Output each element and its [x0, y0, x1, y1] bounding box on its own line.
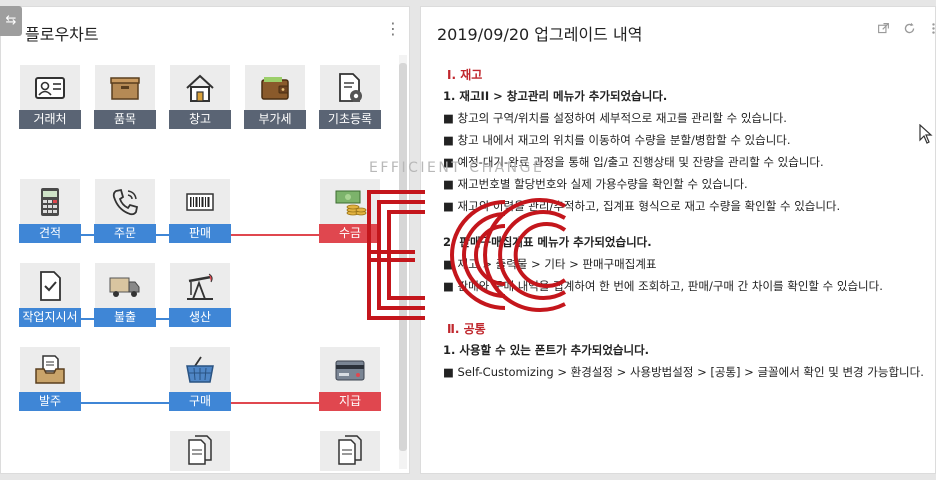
inbox-document-icon: [20, 347, 80, 392]
upgrade-notes-title: 2019/09/20 업그레이드 내역: [437, 25, 643, 44]
flowchart-item-purchase[interactable]: 구매: [169, 347, 231, 411]
flowchart-label: 견적: [19, 224, 81, 243]
calculator-icon: [20, 179, 80, 224]
flowchart-item-shipment[interactable]: 불출: [94, 263, 156, 327]
credit-card-icon: [320, 347, 380, 392]
flowchart-item-documents-b[interactable]: [319, 431, 381, 471]
flowchart-item-documents-a[interactable]: [169, 431, 231, 471]
upgrade-notes-panel: 2019/09/20 업그레이드 내역 Ⅰ. 재고 1. 재고II > 창고관리…: [420, 6, 936, 474]
flowchart-label: 생산: [169, 308, 231, 327]
oil-pump-icon: [170, 263, 230, 308]
panel-toggle-button[interactable]: ⇆: [0, 6, 22, 36]
truck-icon: [95, 263, 155, 308]
house-icon: [170, 65, 230, 110]
flowchart-label: 작업지시서: [19, 308, 81, 327]
section-heading: Ⅱ. 공통: [447, 322, 486, 336]
flow-line-purchase-payment: [231, 402, 323, 404]
flowchart-item-sales[interactable]: 판매: [169, 179, 231, 243]
note-bullet: ■ Self-Customizing > 환경설정 > 사용방법설정 > [공통…: [443, 365, 924, 379]
section-subheading: 1. 재고II > 창고관리 메뉴가 추가되었습니다.: [443, 89, 668, 103]
flowchart-item-estimate[interactable]: 견적: [19, 179, 81, 243]
flowchart-label: 주문: [94, 224, 156, 243]
mouse-cursor-icon: [919, 123, 933, 144]
upgrade-notes-header: 2019/09/20 업그레이드 내역: [421, 7, 935, 53]
flowchart-scrollbar[interactable]: [399, 55, 407, 469]
upgrade-notes-content: Ⅰ. 재고 1. 재고II > 창고관리 메뉴가 추가되었습니다. ■ 창고의 …: [439, 65, 934, 383]
flowchart-item-payment[interactable]: 지급: [319, 347, 381, 411]
external-link-icon[interactable]: [875, 22, 891, 38]
section-subheading: 1. 사용할 수 있는 폰트가 추가되었습니다.: [443, 343, 650, 357]
flowchart-label: 지급: [319, 392, 381, 411]
note-bullet: ■ 재고번호별 할당번호와 실제 가용수량을 확인할 수 있습니다.: [443, 177, 748, 191]
flowchart-label: 품목: [94, 110, 156, 129]
document-gear-icon: [320, 65, 380, 110]
flowchart-label: 부가세: [244, 110, 306, 129]
flowchart-label: 수금: [319, 224, 381, 243]
flowchart-label: 발주: [19, 392, 81, 411]
note-bullet: ■ 재고의 이력을 관리/추적하고, 집계표 형식으로 재고 수량을 확인할 수…: [443, 199, 841, 213]
box-icon: [95, 65, 155, 110]
flow-line-order-purchase: [81, 402, 173, 404]
flowchart-label: 창고: [169, 110, 231, 129]
more-icon[interactable]: [925, 22, 936, 38]
flowchart-title: 플로우차트: [25, 25, 99, 44]
note-bullet: ■ 예정-대기-완료 과정을 통해 입/출고 진행상태 및 잔량을 관리할 수 …: [443, 155, 824, 169]
flowchart-item-production[interactable]: 생산: [169, 263, 231, 327]
flowchart-item-place-order[interactable]: 발주: [19, 347, 81, 411]
section-heading: Ⅰ. 재고: [447, 68, 483, 82]
basket-icon: [170, 347, 230, 392]
flowchart-item-basic-reg[interactable]: 기초등록: [319, 65, 381, 129]
id-card-icon: [20, 65, 80, 110]
flowchart-label: 구매: [169, 392, 231, 411]
flowchart-label: 불출: [94, 308, 156, 327]
checklist-document-icon: [20, 263, 80, 308]
flowchart-item-vat[interactable]: 부가세: [244, 65, 306, 129]
flowchart-item-work-order[interactable]: 작업지시서: [19, 263, 81, 327]
flowchart-item-client[interactable]: 거래처: [19, 65, 81, 129]
flowchart-label: 판매: [169, 224, 231, 243]
flowchart-item-warehouse[interactable]: 창고: [169, 65, 231, 129]
flow-line-sales-receipt: [231, 234, 323, 236]
note-bullet: ■ 재고 > 출력물 > 기타 > 판매구매집계표: [443, 257, 657, 271]
flowchart-label: 거래처: [19, 110, 81, 129]
flowchart-header: 플로우차트 ⋮: [1, 7, 409, 53]
flowchart-item-product[interactable]: 품목: [94, 65, 156, 129]
flowchart-item-receipt[interactable]: 수금: [319, 179, 381, 243]
documents-icon: [320, 431, 380, 471]
money-coins-icon: [320, 179, 380, 224]
flowchart-label: 기초등록: [319, 110, 381, 129]
flowchart-scroll-thumb[interactable]: [399, 63, 407, 451]
wallet-icon: [245, 65, 305, 110]
documents-icon: [170, 431, 230, 471]
flowchart-menu-icon[interactable]: ⋮: [385, 19, 401, 39]
note-bullet: ■ 판매와 구매 내역을 집계하여 한 번에 조회하고, 판매/구매 간 차이를…: [443, 279, 883, 293]
flowchart-panel: 플로우차트 ⋮ 거래처 품목 창고 부가세 기초등록 견적 주문 판매 수금 작…: [0, 6, 410, 474]
barcode-icon: [170, 179, 230, 224]
refresh-icon[interactable]: [901, 22, 917, 38]
phone-icon: [95, 179, 155, 224]
section-subheading: 2. 판매구매집계표 메뉴가 추가되었습니다.: [443, 235, 652, 249]
flowchart-item-order[interactable]: 주문: [94, 179, 156, 243]
note-bullet: ■ 창고 내에서 재고의 위치를 이동하여 수량을 분할/병합할 수 있습니다.: [443, 133, 791, 147]
note-bullet: ■ 창고의 구역/위치를 설정하여 세부적으로 재고를 관리할 수 있습니다.: [443, 111, 787, 125]
